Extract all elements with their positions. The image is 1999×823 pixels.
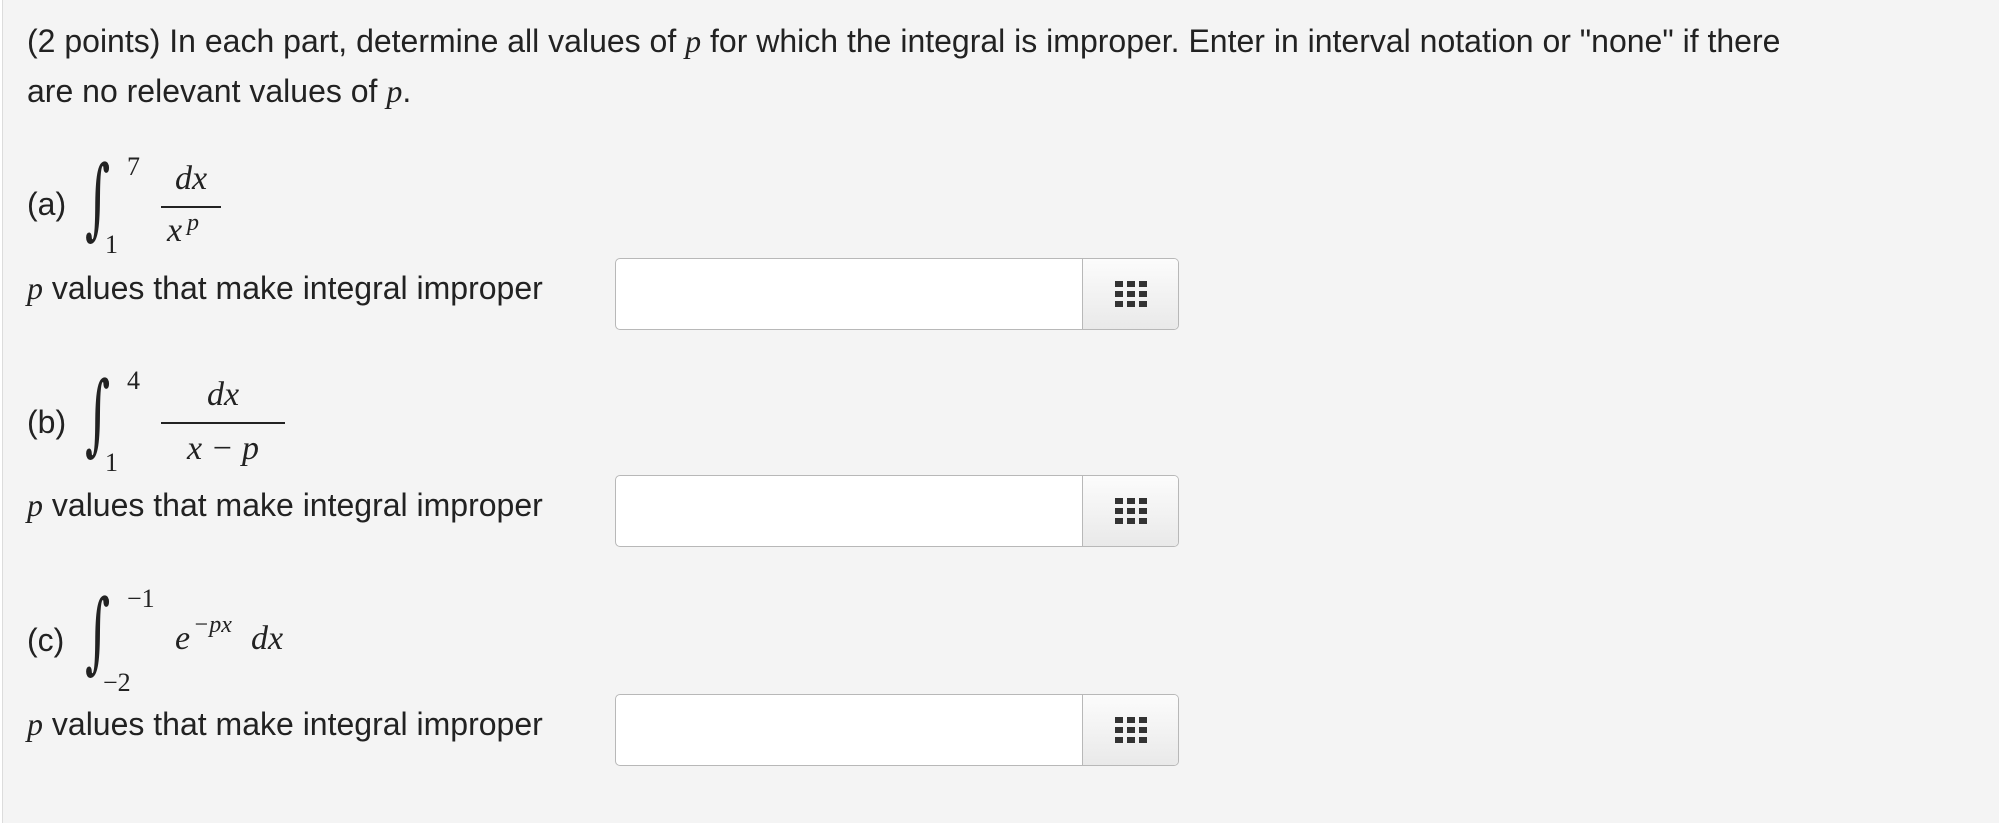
answer-input-b[interactable] — [616, 476, 1082, 546]
answer-input-a[interactable] — [616, 259, 1082, 329]
problem-panel: (2 points) In each part, determine all v… — [2, 0, 1999, 823]
keypad-icon — [1114, 281, 1147, 307]
intro-text: are no relevant values of — [27, 73, 387, 109]
denominator: x — [167, 212, 183, 249]
integrand-dx: dx — [251, 620, 284, 657]
integral-sign: ∫ — [85, 362, 111, 465]
part-c-prompt: p values that make integral improper — [27, 706, 543, 743]
answer-input-c[interactable] — [616, 695, 1082, 765]
integral-sign: ∫ — [85, 146, 111, 249]
exponent: p — [187, 210, 199, 236]
integrand-base: e — [175, 620, 191, 657]
upper-limit: 7 — [127, 152, 140, 181]
prompt-var-p: p — [27, 487, 43, 523]
upper-limit: −1 — [127, 584, 155, 613]
keypad-icon — [1114, 498, 1147, 524]
equation-editor-button-c[interactable] — [1082, 695, 1178, 765]
answer-box-a — [615, 258, 1179, 330]
prompt-var-p: p — [27, 270, 43, 306]
prompt-var-p: p — [27, 706, 43, 742]
answer-box-c — [615, 694, 1179, 766]
fraction-bar — [161, 422, 285, 424]
answer-box-b — [615, 475, 1179, 547]
equation-editor-button-a[interactable] — [1082, 259, 1178, 329]
part-b-prompt: p values that make integral improper — [27, 487, 543, 524]
intro-text: . — [402, 73, 412, 109]
part-label: (a) — [27, 186, 67, 222]
intro-var-p: p — [685, 23, 702, 59]
lower-limit: −2 — [103, 668, 131, 697]
prompt-text: values that make integral improper — [43, 706, 543, 742]
denominator: x − p — [186, 430, 260, 467]
integrand-exponent: −px — [193, 612, 232, 638]
numerator: dx — [206, 376, 240, 413]
intro-var-p: p — [386, 73, 403, 109]
numerator: dx — [174, 160, 208, 197]
prompt-text: values that make integral improper — [43, 487, 543, 523]
intro-text: for which the integral is improper. Ente… — [701, 23, 1781, 59]
lower-limit: 1 — [105, 448, 118, 477]
prompt-text: values that make integral improper — [43, 270, 543, 306]
intro-text: (2 points) In each part, determine all v… — [27, 23, 686, 59]
part-label: (b) — [27, 404, 67, 440]
integral-sign: ∫ — [85, 580, 111, 683]
equation-editor-button-b[interactable] — [1082, 476, 1178, 546]
fraction-bar — [161, 206, 221, 208]
keypad-icon — [1114, 717, 1147, 743]
problem-intro: (2 points) In each part, determine all v… — [27, 16, 1967, 116]
lower-limit: 1 — [105, 230, 118, 259]
part-a-prompt: p values that make integral improper — [27, 270, 543, 307]
upper-limit: 4 — [127, 366, 140, 395]
part-label: (c) — [27, 622, 65, 658]
